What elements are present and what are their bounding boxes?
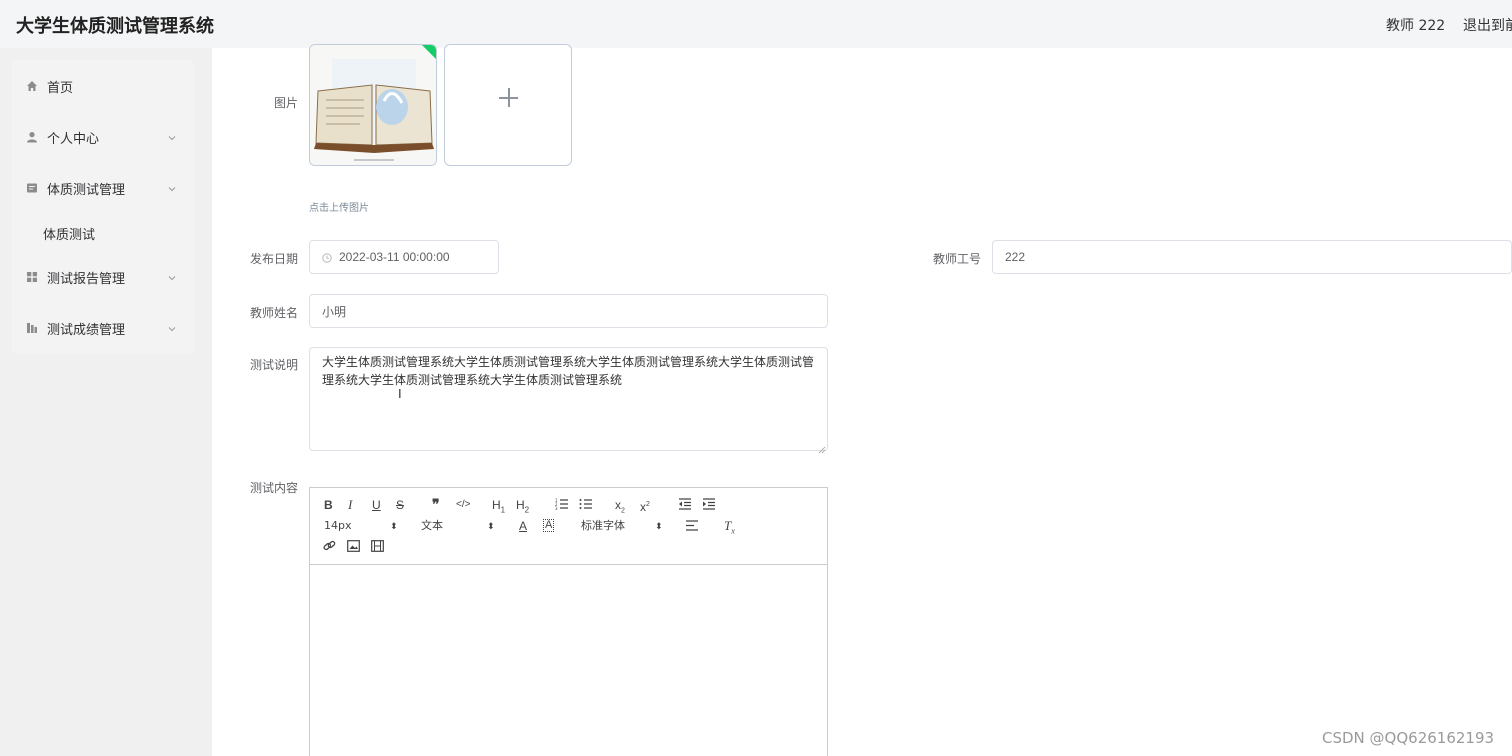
teacher-name-input[interactable]: 小明 bbox=[309, 294, 828, 328]
header-format-select[interactable]: 文本 bbox=[421, 519, 443, 533]
date-input[interactable]: 2022-03-11 00:00:00 bbox=[309, 240, 499, 274]
sidebar-item-test-report-management[interactable]: 测试报告管理 bbox=[12, 257, 194, 297]
sidebar-item-label: 体质测试管理 bbox=[47, 182, 126, 198]
ordered-list-icon[interactable]: 123 bbox=[555, 498, 569, 513]
sidebar-item-label: 测试成绩管理 bbox=[47, 322, 126, 338]
sidebar-subitem-label: 体质测试 bbox=[43, 227, 96, 243]
background-color-icon[interactable]: A bbox=[543, 519, 555, 532]
sidebar-menu: 首页 个人中心 体质测试管理 体质测试 测试报告管理 测试成绩管理 bbox=[12, 60, 194, 354]
teacher-id-label: 教师工号 bbox=[933, 252, 982, 266]
sidebar-item-label: 测试报告管理 bbox=[47, 271, 126, 287]
sidebar-subitem-fitness-test[interactable]: 体质测试 bbox=[12, 216, 194, 250]
align-icon[interactable] bbox=[686, 520, 698, 534]
image-icon[interactable] bbox=[347, 540, 360, 555]
select-arrows-icon: ⬍ bbox=[487, 521, 495, 531]
chevron-down-icon bbox=[167, 181, 177, 192]
sidebar: 首页 个人中心 体质测试管理 体质测试 测试报告管理 测试成绩管理 bbox=[0, 48, 212, 756]
grid-icon bbox=[26, 271, 38, 283]
blockquote-icon[interactable]: ❞ bbox=[432, 497, 440, 511]
chevron-down-icon bbox=[167, 130, 177, 141]
sidebar-item-home[interactable]: 首页 bbox=[12, 66, 194, 106]
top-header: 大学生体质测试管理系统 教师 222 退出到前台 bbox=[0, 0, 1512, 48]
indent-icon[interactable] bbox=[702, 498, 716, 513]
video-icon[interactable] bbox=[371, 540, 384, 555]
bold-icon[interactable]: B bbox=[324, 498, 333, 512]
current-user: 教师 222 bbox=[1386, 18, 1446, 34]
user-icon bbox=[26, 131, 38, 143]
heading1-icon[interactable]: H1 bbox=[492, 498, 505, 517]
sidebar-item-label: 首页 bbox=[47, 80, 74, 96]
date-label: 发布日期 bbox=[250, 252, 299, 266]
teacher-name-value: 小明 bbox=[322, 304, 347, 319]
sidebar-item-fitness-test-management[interactable]: 体质测试管理 bbox=[12, 168, 194, 208]
sidebar-item-label: 个人中心 bbox=[47, 131, 100, 147]
description-label: 测试说明 bbox=[250, 358, 299, 372]
sidebar-item-test-score-management[interactable]: 测试成绩管理 bbox=[12, 308, 194, 348]
csdn-watermark: CSDN @QQ626162193 bbox=[1322, 729, 1495, 747]
upload-image-button[interactable] bbox=[444, 44, 572, 166]
editor-toolbar: B I U S ❞ </> H1 H2 123 x2 x2 14px ⬍ 文本 … bbox=[310, 488, 827, 565]
svg-text:3: 3 bbox=[555, 506, 558, 510]
description-textarea[interactable]: 大学生体质测试管理系统大学生体质测试管理系统大学生体质测试管理系统大学生体质测试… bbox=[309, 347, 828, 454]
font-family-select[interactable]: 标准字体 bbox=[581, 519, 625, 533]
editor-content-area[interactable] bbox=[310, 565, 827, 756]
bullet-list-icon[interactable] bbox=[579, 498, 593, 513]
outdent-icon[interactable] bbox=[678, 498, 692, 513]
upload-tip: 点击上传图片 bbox=[309, 203, 369, 214]
content-label: 测试内容 bbox=[250, 481, 299, 495]
heading2-icon[interactable]: H2 bbox=[516, 498, 529, 517]
date-value: 2022-03-11 00:00:00 bbox=[339, 250, 450, 264]
image-label: 图片 bbox=[274, 96, 299, 110]
chevron-down-icon bbox=[167, 270, 177, 281]
select-arrows-icon: ⬍ bbox=[655, 521, 663, 531]
code-block-icon[interactable]: </> bbox=[456, 498, 470, 512]
underline-icon[interactable]: U bbox=[372, 498, 381, 512]
clock-icon bbox=[322, 252, 332, 263]
sidebar-item-profile[interactable]: 个人中心 bbox=[12, 117, 194, 157]
rich-text-editor: B I U S ❞ </> H1 H2 123 x2 x2 14px ⬍ 文本 … bbox=[309, 487, 828, 756]
description-value: 大学生体质测试管理系统大学生体质测试管理系统大学生体质测试管理系统大学生体质测试… bbox=[322, 355, 815, 387]
app-title: 大学生体质测试管理系统 bbox=[16, 16, 214, 37]
teacher-name-label: 教师姓名 bbox=[250, 306, 299, 320]
book-image bbox=[310, 45, 436, 165]
teacher-id-input[interactable]: 222 bbox=[992, 240, 1512, 274]
main-content: 图片 点击上传图片 发布日期 2022-03-11 00:00:00 教师工号 bbox=[212, 44, 1512, 756]
superscript-icon[interactable]: x2 bbox=[640, 498, 650, 514]
resize-handle-icon[interactable] bbox=[818, 441, 826, 454]
chart-icon bbox=[26, 322, 38, 334]
select-arrows-icon: ⬍ bbox=[390, 521, 398, 531]
tickets-icon bbox=[26, 182, 38, 194]
uploaded-image-thumbnail[interactable] bbox=[309, 44, 437, 166]
clear-format-icon[interactable]: Tx bbox=[724, 519, 735, 539]
italic-icon[interactable]: I bbox=[348, 498, 352, 512]
logout-link[interactable]: 退出到前台 bbox=[1463, 15, 1512, 35]
text-color-icon[interactable]: A bbox=[519, 519, 527, 533]
home-icon bbox=[26, 80, 38, 92]
teacher-id-value: 222 bbox=[1005, 250, 1026, 264]
chevron-down-icon bbox=[167, 321, 177, 332]
text-cursor-icon: I bbox=[398, 386, 402, 401]
font-size-select[interactable]: 14px bbox=[324, 519, 352, 533]
strikethrough-icon[interactable]: S bbox=[396, 498, 404, 512]
subscript-icon[interactable]: x2 bbox=[615, 498, 625, 518]
link-icon[interactable] bbox=[323, 540, 336, 555]
